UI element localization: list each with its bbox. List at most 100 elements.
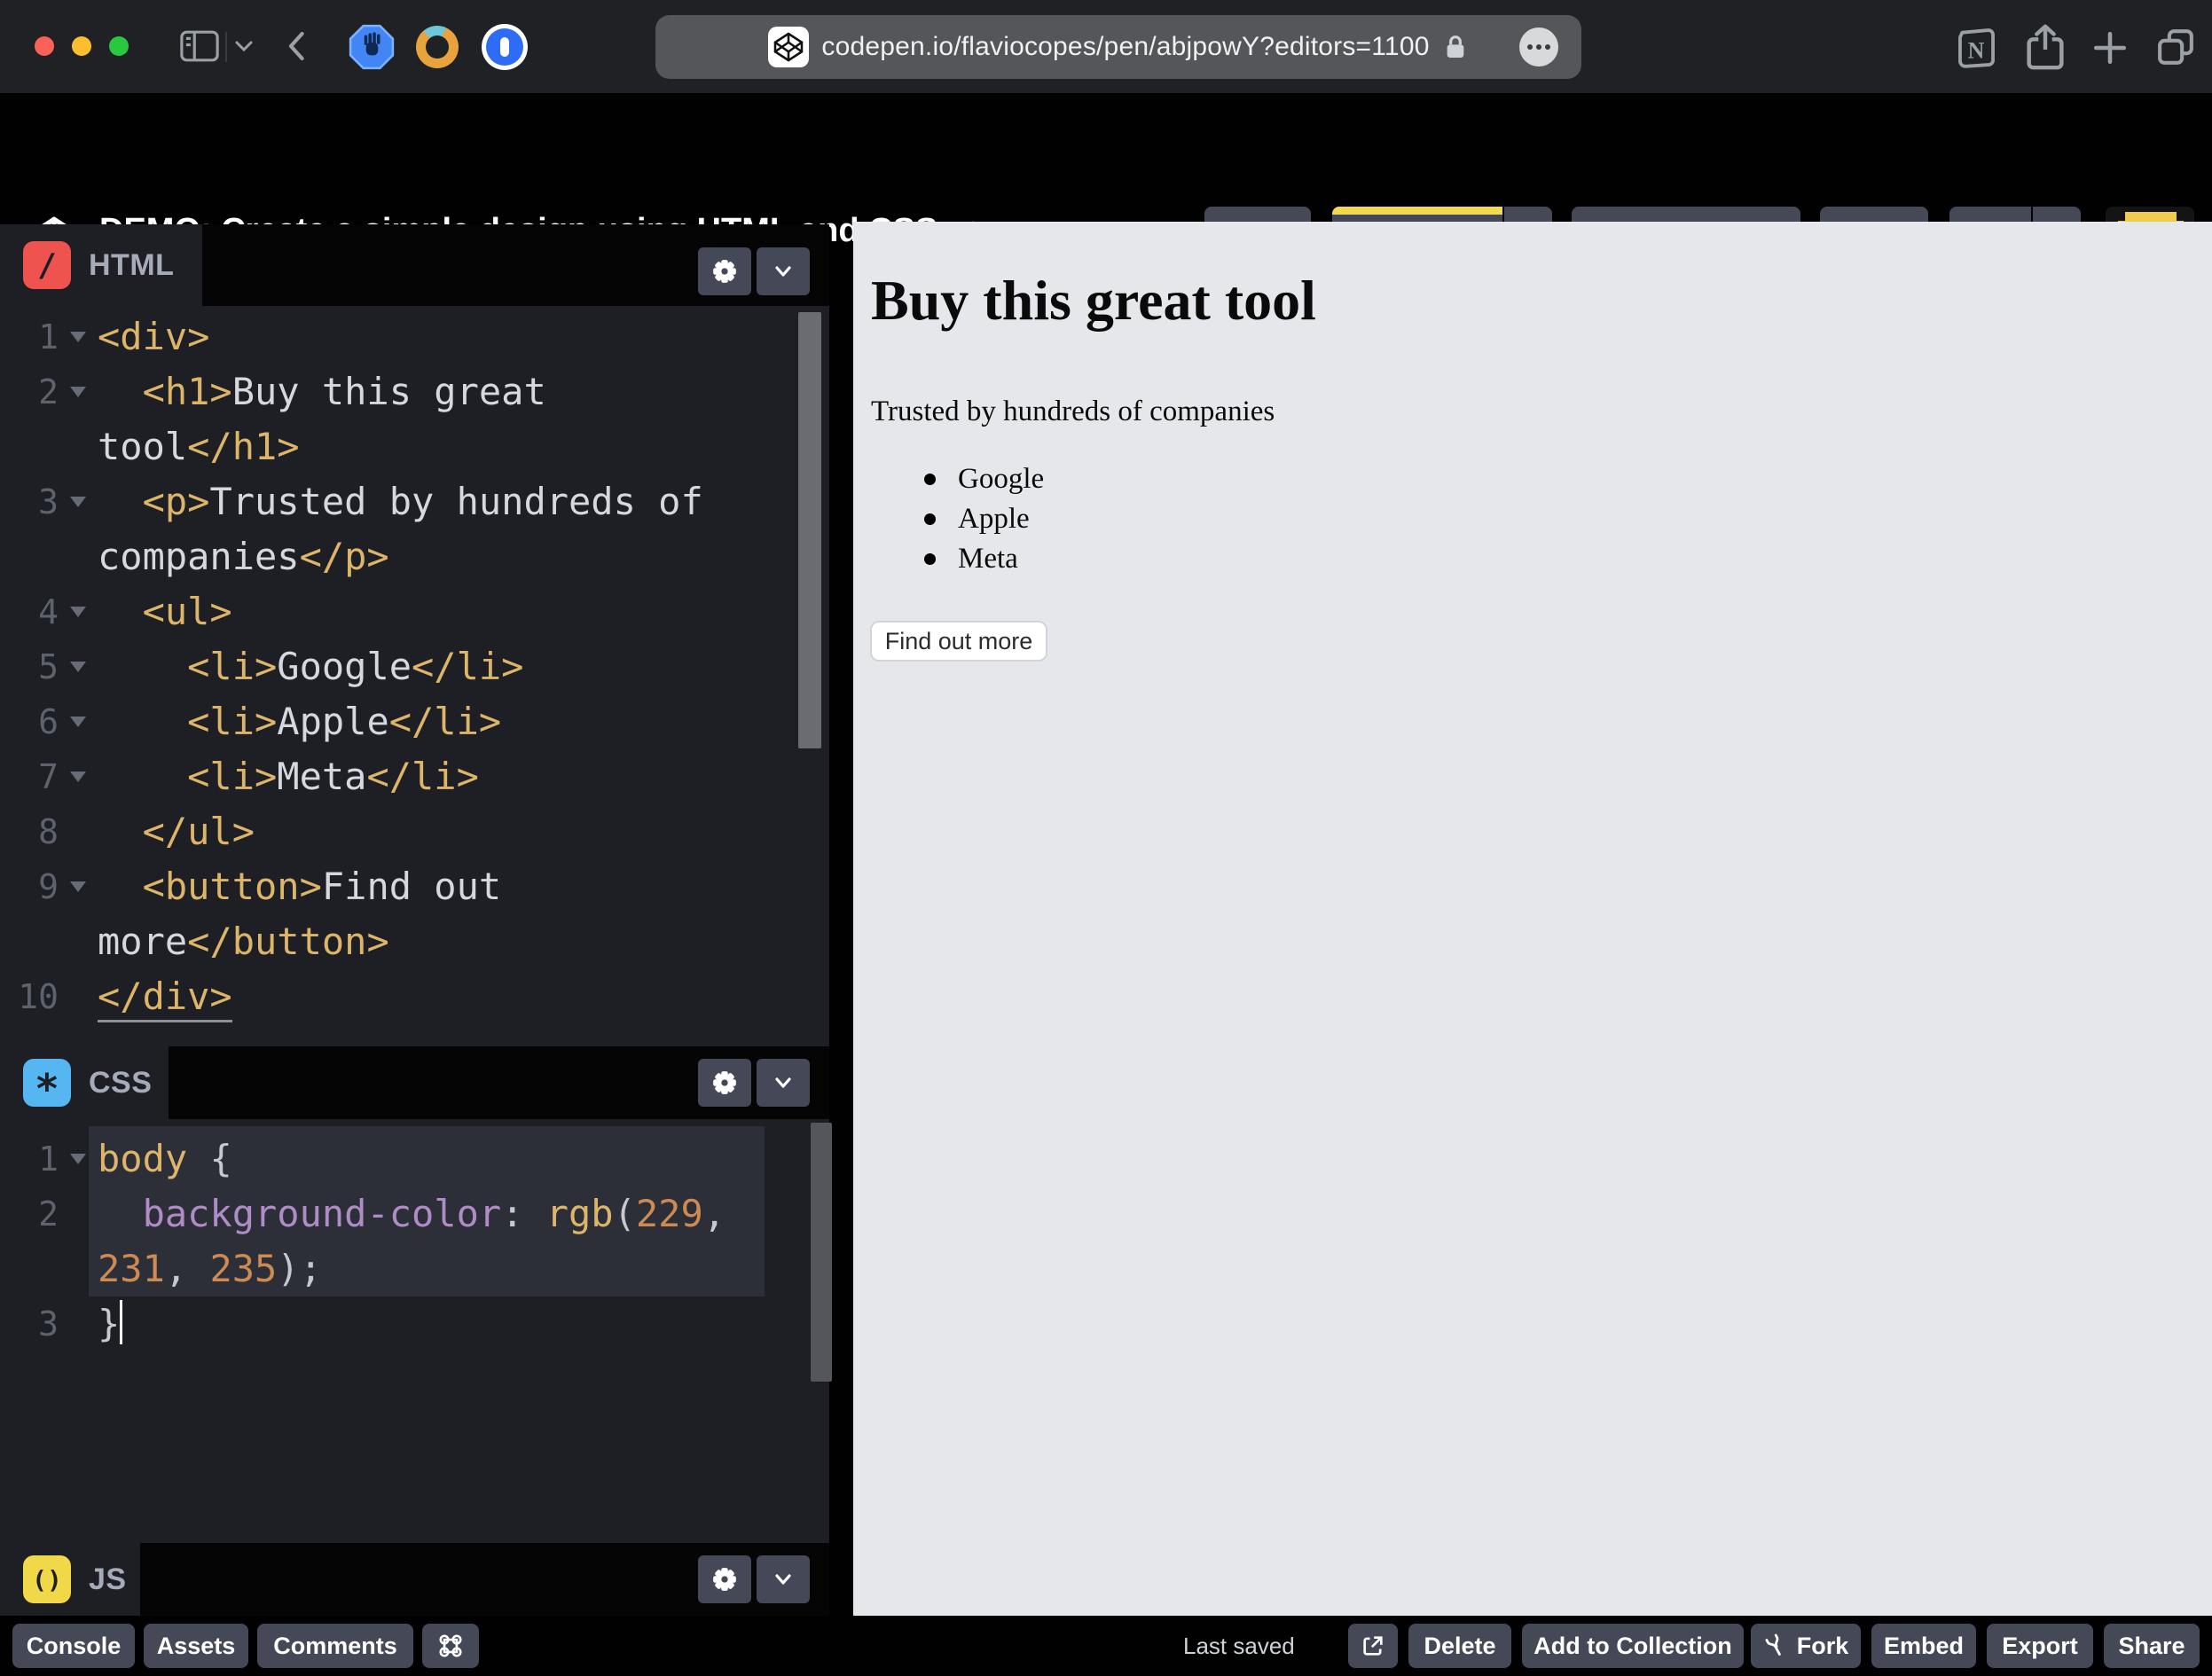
html-tab[interactable]: / HTML	[0, 224, 202, 306]
code-text: tool</h1>	[98, 419, 300, 474]
tab-overview-icon[interactable]	[2153, 25, 2198, 69]
extension-1password-icon[interactable]	[482, 24, 528, 70]
code-line[interactable]: 5 <li>Google</li>	[0, 639, 829, 694]
add-to-collection-button[interactable]: Add to Collection	[1522, 1624, 1744, 1668]
code-text: <h1>Buy this great	[98, 364, 546, 419]
css-code-editor[interactable]: 1body {2 background-color: rgb(229,231, …	[0, 1119, 829, 1543]
chevron-down-icon	[771, 1567, 796, 1592]
console-button[interactable]: Console	[12, 1624, 135, 1668]
code-line[interactable]: 10</div>	[0, 969, 829, 1024]
html-panel-label: HTML	[89, 248, 174, 283]
screen: codepen.io/flaviocopes/pen/abjpowY?edito…	[0, 0, 2212, 1676]
code-text: <button>Find out	[98, 859, 501, 914]
fold-arrow-icon[interactable]	[59, 309, 98, 364]
code-text: companies</p>	[98, 529, 389, 584]
code-line[interactable]: 9 <button>Find out	[0, 859, 829, 914]
code-line[interactable]: companies</p>	[0, 529, 829, 584]
fold-arrow-icon[interactable]	[59, 584, 98, 639]
fold-arrow-icon[interactable]	[59, 364, 98, 419]
html-editor-scrollbar[interactable]	[798, 312, 821, 748]
code-line[interactable]: 8 </ul>	[0, 804, 829, 859]
last-saved-status: Last saved	[1183, 1624, 1295, 1668]
fold-arrow-icon[interactable]	[59, 474, 98, 529]
code-text: <ul>	[98, 584, 232, 639]
line-number	[0, 529, 59, 584]
svg-text:N: N	[1968, 37, 1985, 63]
sidebar-chevron-icon[interactable]	[232, 37, 255, 55]
js-settings-button[interactable]	[698, 1555, 751, 1603]
export-button[interactable]: Export	[1987, 1624, 2093, 1668]
embed-button[interactable]: Embed	[1871, 1624, 1976, 1668]
code-text: background-color: rgb(229,	[98, 1187, 726, 1241]
code-text: more</button>	[98, 914, 389, 969]
extension-content-blocker-icon[interactable]	[348, 23, 396, 71]
fold-arrow-icon[interactable]	[59, 749, 98, 804]
preview-list-item: Google	[871, 459, 1044, 499]
window-zoom-button[interactable]	[109, 36, 129, 56]
line-number	[0, 1241, 59, 1296]
gear-icon	[711, 258, 738, 285]
new-tab-icon[interactable]	[2091, 29, 2129, 67]
notion-extension-icon[interactable]: N	[1953, 25, 1999, 71]
extension-ring-icon[interactable]	[416, 26, 459, 68]
code-line[interactable]: 2 background-color: rgb(229,	[0, 1187, 829, 1241]
code-line[interactable]: 1<div>	[0, 309, 829, 364]
window-minimize-button[interactable]	[72, 36, 91, 56]
js-tab[interactable]: () JS	[0, 1543, 140, 1616]
html-code-editor[interactable]: 1<div>2 <h1>Buy this greattool</h1>3 <p>…	[0, 306, 829, 1046]
line-number: 6	[0, 694, 59, 749]
code-line[interactable]: 231, 235);	[0, 1241, 829, 1296]
css-editor-scrollbar[interactable]	[811, 1123, 832, 1382]
external-link-icon	[1361, 1633, 1385, 1658]
window-close-button[interactable]	[35, 36, 54, 56]
share-icon[interactable]	[2022, 22, 2068, 72]
preview-list-item: Meta	[871, 539, 1044, 579]
css-collapse-button[interactable]	[757, 1059, 810, 1107]
code-line[interactable]: 6 <li>Apple</li>	[0, 694, 829, 749]
code-text: 231, 235);	[98, 1241, 322, 1296]
line-number: 1	[0, 309, 59, 364]
address-bar[interactable]: codepen.io/flaviocopes/pen/abjpowY?edito…	[655, 15, 1581, 79]
code-line[interactable]: 2 <h1>Buy this great	[0, 364, 829, 419]
line-number: 2	[0, 1187, 59, 1241]
html-panel-header: / HTML	[0, 224, 829, 306]
code-line[interactable]: 4 <ul>	[0, 584, 829, 639]
code-line[interactable]: 3 <p>Trusted by hundreds of	[0, 474, 829, 529]
js-collapse-button[interactable]	[757, 1555, 810, 1603]
comments-button[interactable]: Comments	[257, 1624, 413, 1668]
css-tab[interactable]: * CSS	[0, 1046, 169, 1119]
css-panel-label: CSS	[89, 1066, 152, 1100]
pen-header: DEMO: Create a simple design using HTML …	[0, 93, 2212, 222]
line-number: 2	[0, 364, 59, 419]
fold-arrow-icon[interactable]	[59, 1132, 98, 1187]
code-line[interactable]: 3}	[0, 1296, 829, 1351]
fold-arrow-icon[interactable]	[59, 694, 98, 749]
fold-arrow-icon[interactable]	[59, 859, 98, 914]
line-number: 1	[0, 1132, 59, 1187]
page-more-button[interactable]	[1519, 27, 1558, 67]
assets-button[interactable]: Assets	[144, 1624, 248, 1668]
css-settings-button[interactable]	[698, 1059, 751, 1107]
back-button-icon[interactable]	[282, 27, 312, 65]
gear-icon	[711, 1566, 738, 1593]
preview-pane: Buy this great tool Trusted by hundreds …	[853, 222, 2212, 1616]
open-live-view-button[interactable]	[1348, 1624, 1398, 1668]
code-line[interactable]: tool</h1>	[0, 419, 829, 474]
sidebar-toggle-icon[interactable]	[179, 28, 220, 64]
code-line[interactable]: 7 <li>Meta</li>	[0, 749, 829, 804]
fold-spacer	[59, 419, 98, 474]
delete-button[interactable]: Delete	[1408, 1624, 1511, 1668]
line-number: 10	[0, 969, 59, 1024]
html-settings-button[interactable]	[698, 247, 751, 295]
fork-button[interactable]: Fork	[1751, 1624, 1861, 1668]
preview-find-out-more-button[interactable]: Find out more	[870, 621, 1047, 662]
html-collapse-button[interactable]	[757, 247, 810, 295]
share-button[interactable]: Share	[2104, 1624, 2200, 1668]
code-line[interactable]: more</button>	[0, 914, 829, 969]
js-icon: ()	[23, 1555, 71, 1603]
fold-spacer	[59, 969, 98, 1024]
code-text: body {	[98, 1132, 232, 1187]
keyboard-shortcuts-button[interactable]	[422, 1624, 479, 1668]
code-line[interactable]: 1 body {	[0, 1132, 829, 1187]
fold-arrow-icon[interactable]	[59, 639, 98, 694]
